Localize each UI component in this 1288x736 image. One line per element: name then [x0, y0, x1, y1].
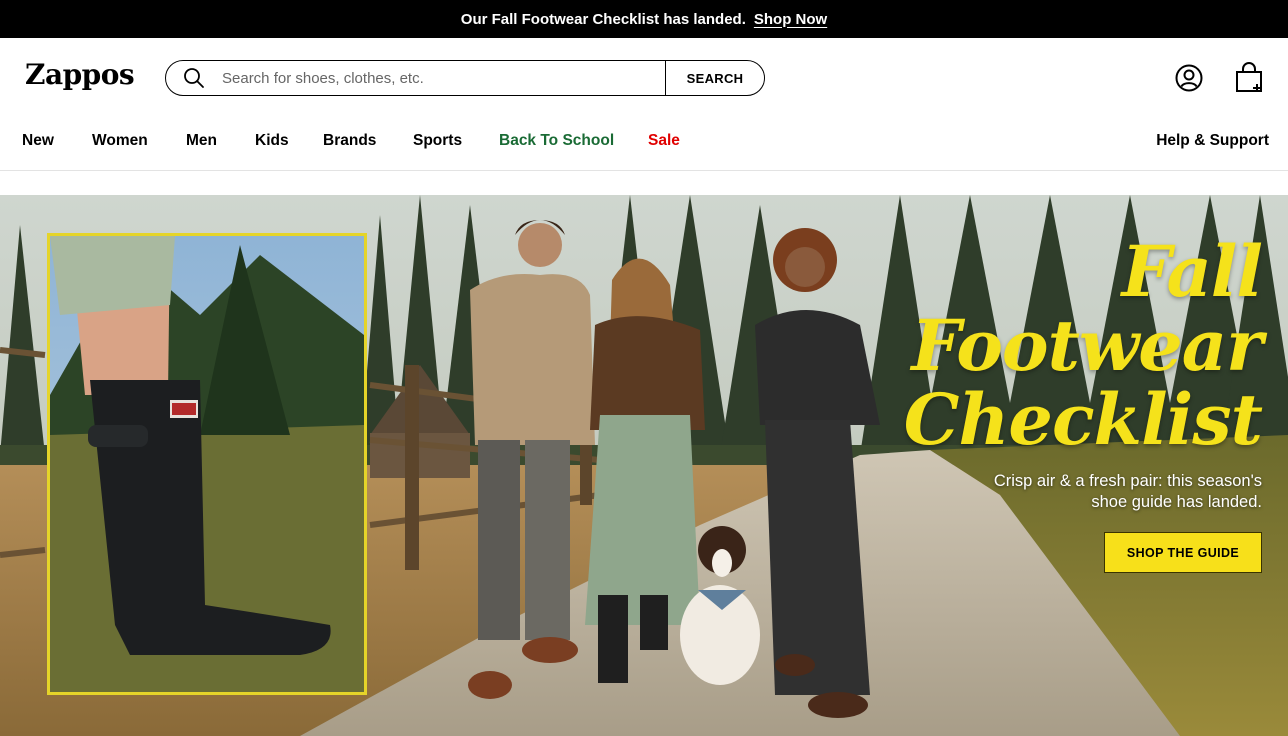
nav-item-brands[interactable]: Brands — [323, 132, 376, 150]
headline-line-1: Fall — [1121, 230, 1263, 313]
promo-text: Our Fall Footwear Checklist has landed. — [460, 10, 746, 28]
nav-item-kids[interactable]: Kids — [255, 132, 289, 150]
search-icon[interactable] — [166, 61, 222, 95]
promo-banner: Our Fall Footwear Checklist has landed. … — [0, 0, 1288, 38]
nav-item-sale[interactable]: Sale — [648, 132, 680, 150]
nav-item-men[interactable]: Men — [186, 132, 217, 150]
nav-item-women[interactable]: Women — [92, 132, 148, 150]
main-nav: New Women Men Kids Brands Sports Back To… — [0, 118, 1288, 171]
hero-headline: Fall Footwear Checklist — [903, 230, 1263, 461]
search-input[interactable] — [222, 61, 665, 95]
nav-item-back-to-school[interactable]: Back To School — [499, 132, 614, 150]
headline-line-2: Footwear — [911, 304, 1263, 387]
site-header: Zappos SEARCH — [0, 38, 1288, 118]
hero-banner[interactable]: Fall Footwear Checklist Crisp air & a fr… — [0, 195, 1288, 736]
zappos-logo[interactable]: Zappos — [25, 58, 135, 91]
account-icon[interactable] — [1175, 64, 1203, 92]
nav-item-new[interactable]: New — [22, 132, 54, 150]
shop-the-guide-button[interactable]: SHOP THE GUIDE — [1104, 532, 1262, 573]
search-button[interactable]: SEARCH — [665, 61, 764, 95]
headline-line-3: Checklist — [903, 378, 1263, 461]
search-bar: SEARCH — [165, 60, 765, 96]
help-support-link[interactable]: Help & Support — [1156, 132, 1269, 150]
nav-item-sports[interactable]: Sports — [413, 132, 462, 150]
shop-now-link[interactable]: Shop Now — [754, 11, 827, 28]
shopping-bag-icon[interactable] — [1234, 62, 1264, 94]
subtext-line-2: shoe guide has landed. — [1091, 493, 1262, 511]
hero-subtext: Crisp air & a fresh pair: this season's … — [922, 471, 1262, 513]
subtext-line-1: Crisp air & a fresh pair: this season's — [993, 472, 1262, 490]
